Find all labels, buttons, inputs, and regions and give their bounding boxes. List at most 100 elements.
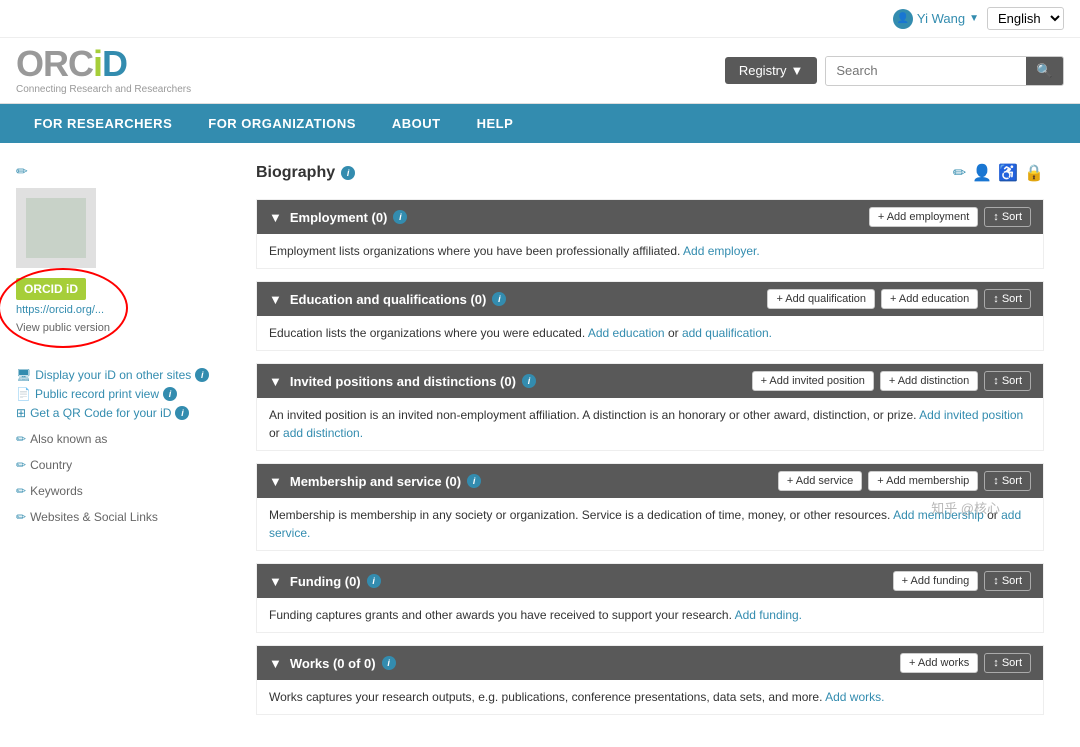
funding-actions: + Add funding ↕ Sort bbox=[893, 571, 1031, 591]
qr-code-link[interactable]: ⊞ Get a QR Code for your iD i bbox=[16, 406, 236, 420]
add-education-link[interactable]: Add education bbox=[588, 326, 665, 340]
nav-help[interactable]: HELP bbox=[459, 104, 532, 143]
keywords-edit-icon[interactable]: ✏ bbox=[16, 484, 26, 498]
add-distinction-button[interactable]: + Add distinction bbox=[880, 371, 978, 391]
employment-section: ▼ Employment (0) i + Add employment ↕ So… bbox=[256, 199, 1044, 269]
add-qualification-link[interactable]: add qualification. bbox=[682, 326, 772, 340]
add-distinction-link[interactable]: add distinction. bbox=[283, 426, 363, 440]
add-education-button[interactable]: + Add education bbox=[881, 289, 978, 309]
top-bar: 👤 Yi Wang ▼ English bbox=[0, 0, 1080, 38]
funding-chevron-icon: ▼ bbox=[269, 574, 282, 589]
education-actions: + Add qualification + Add education ↕ So… bbox=[767, 289, 1031, 309]
display-id-info-icon[interactable]: i bbox=[195, 368, 209, 382]
add-membership-button[interactable]: + Add membership bbox=[868, 471, 978, 491]
nav-for-organizations[interactable]: FOR ORGANIZATIONS bbox=[190, 104, 374, 143]
orcid-id-section: ORCID iD https://orcid.org/... View publ… bbox=[16, 278, 110, 344]
orcid-id-label: ORCID iD bbox=[16, 278, 86, 300]
profile-content: Biography i ✏ 👤 ♿ 🔒 ▼ Employment (0) i +… bbox=[256, 163, 1044, 727]
qr-info-icon[interactable]: i bbox=[175, 406, 189, 420]
country-section: ✏ Country bbox=[16, 458, 236, 472]
country-edit-icon[interactable]: ✏ bbox=[16, 458, 26, 472]
registry-button[interactable]: Registry ▼ bbox=[725, 57, 818, 84]
membership-sort-button[interactable]: ↕ Sort bbox=[984, 471, 1031, 491]
works-chevron-icon: ▼ bbox=[269, 656, 282, 671]
biography-private-icon[interactable]: 🔒 bbox=[1024, 163, 1044, 183]
sidebar-links: 🖥 Display your iD on other sites i 📄 Pub… bbox=[16, 368, 236, 420]
education-section: ▼ Education and qualifications (0) i + A… bbox=[256, 281, 1044, 351]
logo-text: ORCiD bbox=[16, 46, 191, 82]
view-public-link[interactable]: View public version bbox=[16, 320, 110, 336]
invited-info-icon[interactable]: i bbox=[522, 374, 536, 388]
invited-title: ▼ Invited positions and distinctions (0)… bbox=[269, 374, 536, 389]
display-id-icon: 🖥 bbox=[16, 368, 31, 382]
logo-i: i bbox=[93, 43, 102, 84]
works-sort-button[interactable]: ↕ Sort bbox=[984, 653, 1031, 673]
print-info-icon[interactable]: i bbox=[163, 387, 177, 401]
add-works-button[interactable]: + Add works bbox=[900, 653, 978, 673]
logo-subtitle: Connecting Research and Researchers bbox=[16, 84, 191, 95]
logo[interactable]: ORCiD Connecting Research and Researcher… bbox=[16, 46, 191, 95]
user-menu[interactable]: 👤 Yi Wang ▼ bbox=[893, 9, 979, 29]
websites-label: Websites & Social Links bbox=[30, 510, 158, 524]
works-section: ▼ Works (0 of 0) i + Add works ↕ Sort Wo… bbox=[256, 645, 1044, 715]
funding-header: ▼ Funding (0) i + Add funding ↕ Sort bbox=[257, 564, 1043, 598]
biography-edit-icon[interactable]: ✏ bbox=[953, 163, 966, 183]
add-invited-link[interactable]: Add invited position bbox=[919, 408, 1023, 422]
employment-actions: + Add employment ↕ Sort bbox=[869, 207, 1031, 227]
add-employment-button[interactable]: + Add employment bbox=[869, 207, 978, 227]
nav-for-researchers[interactable]: FOR RESEARCHERS bbox=[16, 104, 190, 143]
membership-info-icon[interactable]: i bbox=[467, 474, 481, 488]
websites-section: ✏ Websites & Social Links bbox=[16, 510, 236, 524]
funding-info-icon[interactable]: i bbox=[367, 574, 381, 588]
print-icon: 📄 bbox=[16, 387, 31, 401]
biography-info-icon[interactable]: i bbox=[341, 166, 355, 180]
education-description: Education lists the organizations where … bbox=[257, 316, 1043, 350]
user-chevron-icon: ▼ bbox=[969, 13, 979, 24]
funding-sort-button[interactable]: ↕ Sort bbox=[984, 571, 1031, 591]
funding-section: ▼ Funding (0) i + Add funding ↕ Sort Fun… bbox=[256, 563, 1044, 633]
education-info-icon[interactable]: i bbox=[492, 292, 506, 306]
add-service-button[interactable]: + Add service bbox=[778, 471, 862, 491]
education-sort-button[interactable]: ↕ Sort bbox=[984, 289, 1031, 309]
invited-header: ▼ Invited positions and distinctions (0)… bbox=[257, 364, 1043, 398]
add-invited-position-button[interactable]: + Add invited position bbox=[752, 371, 874, 391]
add-employer-link[interactable]: Add employer. bbox=[683, 244, 760, 258]
invited-sort-button[interactable]: ↕ Sort bbox=[984, 371, 1031, 391]
education-chevron-icon: ▼ bbox=[269, 292, 282, 307]
profile-photo bbox=[16, 188, 96, 268]
add-funding-button[interactable]: + Add funding bbox=[893, 571, 979, 591]
profile-edit-icon[interactable]: ✏ bbox=[16, 163, 236, 180]
logo-orc: ORC bbox=[16, 43, 93, 84]
nav-about[interactable]: ABOUT bbox=[374, 104, 459, 143]
site-header: ORCiD Connecting Research and Researcher… bbox=[0, 38, 1080, 104]
works-info-icon[interactable]: i bbox=[382, 656, 396, 670]
language-selector[interactable]: English bbox=[987, 7, 1064, 30]
invited-chevron-icon: ▼ bbox=[269, 374, 282, 389]
display-id-link[interactable]: 🖥 Display your iD on other sites i bbox=[16, 368, 236, 382]
biography-icons: ✏ 👤 ♿ 🔒 bbox=[953, 163, 1044, 183]
employment-sort-button[interactable]: ↕ Sort bbox=[984, 207, 1031, 227]
also-known-edit-icon[interactable]: ✏ bbox=[16, 432, 26, 446]
biography-lock-icon[interactable]: ♿ bbox=[998, 163, 1018, 183]
print-view-link[interactable]: 📄 Public record print view i bbox=[16, 387, 236, 401]
biography-header: Biography i ✏ 👤 ♿ 🔒 bbox=[256, 163, 1044, 183]
employment-info-icon[interactable]: i bbox=[393, 210, 407, 224]
membership-chevron-icon: ▼ bbox=[269, 474, 282, 489]
funding-title: ▼ Funding (0) i bbox=[269, 574, 381, 589]
language-dropdown[interactable]: English bbox=[987, 7, 1064, 30]
search-input[interactable] bbox=[826, 57, 1026, 84]
add-qualification-button[interactable]: + Add qualification bbox=[767, 289, 875, 309]
search-button[interactable]: 🔍 bbox=[1026, 57, 1063, 85]
add-funding-link[interactable]: Add funding. bbox=[735, 608, 802, 622]
websites-edit-icon[interactable]: ✏ bbox=[16, 510, 26, 524]
main-content: ✏ ORCID iD https://orcid.org/... View pu… bbox=[0, 143, 1060, 747]
header-right: Registry ▼ 🔍 bbox=[725, 56, 1064, 86]
biography-person-icon[interactable]: 👤 bbox=[972, 163, 992, 183]
membership-section: ▼ Membership and service (0) i + Add ser… bbox=[256, 463, 1044, 551]
add-works-link[interactable]: Add works. bbox=[825, 690, 884, 704]
registry-label: Registry bbox=[739, 63, 787, 78]
invited-description: An invited position is an invited non-em… bbox=[257, 398, 1043, 450]
qr-icon: ⊞ bbox=[16, 406, 26, 420]
orcid-url[interactable]: https://orcid.org/... bbox=[16, 304, 110, 316]
registry-chevron-icon: ▼ bbox=[791, 63, 804, 78]
